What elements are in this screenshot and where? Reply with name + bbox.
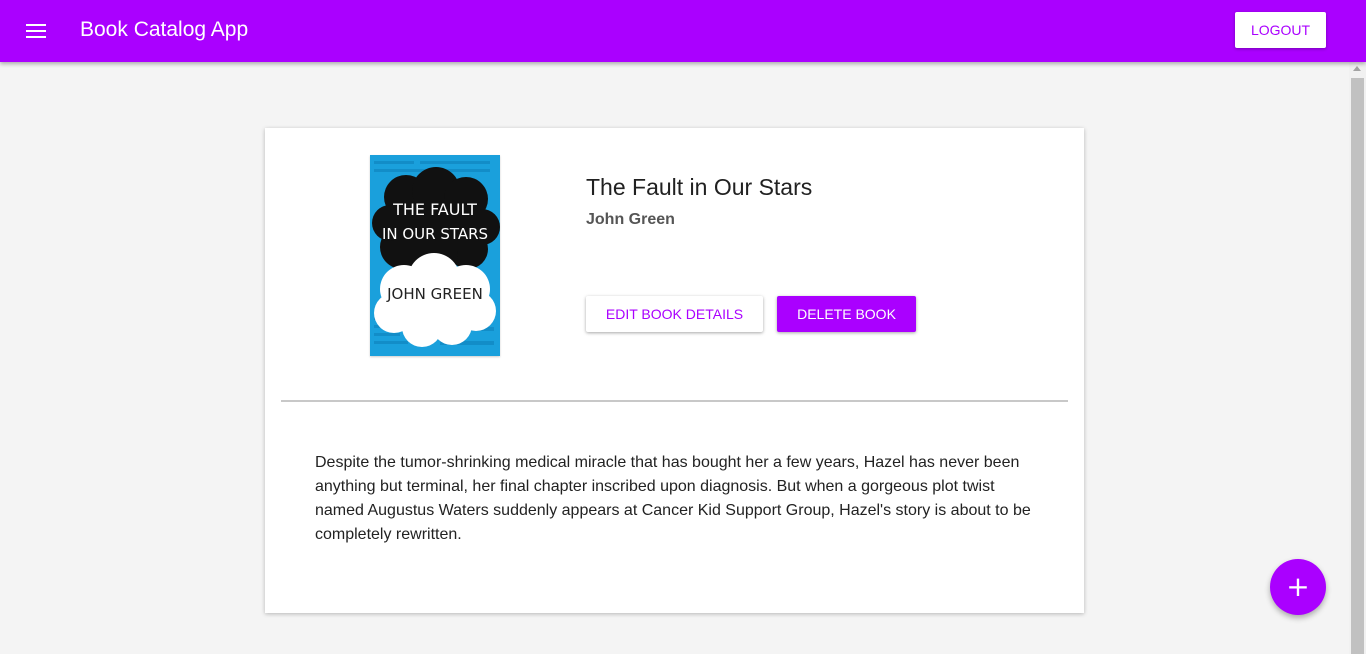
book-detail-card: THE FAULT IN OUR STARS JOHN GREEN The Fa… bbox=[265, 128, 1084, 613]
cover-author: JOHN GREEN bbox=[386, 285, 483, 303]
scroll-up-arrow-icon[interactable] bbox=[1353, 66, 1361, 71]
edit-book-details-button[interactable]: EDIT BOOK DETAILS bbox=[586, 296, 763, 332]
app-bar: Book Catalog App LOGOUT bbox=[0, 0, 1366, 62]
divider bbox=[281, 400, 1068, 402]
delete-book-button[interactable]: DELETE BOOK bbox=[777, 296, 916, 332]
app-title: Book Catalog App bbox=[80, 18, 249, 41]
book-description: Despite the tumor-shrinking medical mira… bbox=[315, 454, 1031, 543]
cover-title-line1: THE FAULT bbox=[392, 200, 477, 219]
logout-button[interactable]: LOGOUT bbox=[1235, 12, 1326, 48]
plus-icon: + bbox=[1286, 570, 1310, 603]
book-author: John Green bbox=[586, 211, 675, 228]
book-cover-image: THE FAULT IN OUR STARS JOHN GREEN bbox=[370, 155, 500, 356]
hamburger-menu-icon[interactable] bbox=[20, 15, 52, 47]
book-title: The Fault in Our Stars bbox=[586, 174, 813, 200]
add-book-fab-button[interactable]: + bbox=[1270, 559, 1326, 615]
cover-title-line2: IN OUR STARS bbox=[382, 225, 488, 243]
scrollbar-thumb[interactable] bbox=[1351, 78, 1364, 654]
vertical-scrollbar[interactable] bbox=[1349, 62, 1366, 654]
